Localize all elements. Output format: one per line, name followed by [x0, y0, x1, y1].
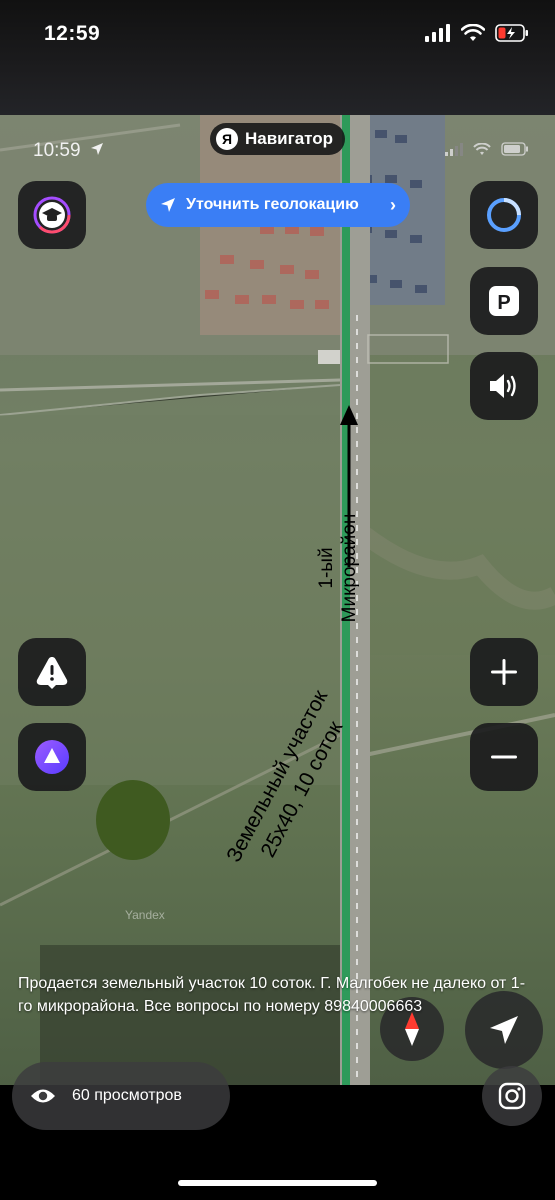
app-name: Навигатор	[245, 129, 334, 148]
alice-button[interactable]	[18, 723, 86, 791]
app-title-pill: Я Навигатор	[210, 123, 346, 155]
signal-icon	[425, 24, 450, 42]
inner-signal-icon	[445, 142, 463, 156]
views-count: 60 просмотров	[72, 1087, 182, 1104]
academy-icon	[33, 196, 71, 234]
arrow-label: 1-ый Микрорайон	[315, 478, 361, 658]
map-watermark: Yandex	[125, 908, 165, 922]
arrow-label-line2: Микрорайон	[339, 513, 360, 623]
inner-status-icons	[445, 142, 529, 156]
story-caption: Продается земельный участок 10 соток. Г.…	[18, 975, 526, 1015]
navigate-icon	[490, 1016, 518, 1044]
phone-status-bar: 12:59	[0, 0, 555, 115]
academy-button[interactable]	[18, 181, 86, 249]
home-indicator[interactable]	[178, 1180, 377, 1186]
inner-battery-icon	[501, 142, 528, 156]
yandex-logo-icon: Я	[216, 128, 238, 150]
warning-icon	[36, 657, 68, 689]
satellite-map[interactable]: 1-ый Микрорайон Земельный участок 25x40,…	[0, 115, 555, 1085]
zoom-in-button[interactable]	[470, 638, 538, 706]
inner-wifi-icon	[473, 142, 491, 155]
inner-status-time: 10:59	[33, 140, 104, 162]
status-time: 12:59	[44, 22, 101, 45]
alice-icon	[35, 740, 69, 774]
status-icons	[425, 24, 529, 42]
views-counter[interactable]: 60 просмотров	[12, 1062, 230, 1130]
refine-geolocation-button[interactable]: Уточнить геолокацию ›	[146, 183, 410, 227]
road-event-button[interactable]	[18, 638, 86, 706]
alice-ring-icon	[487, 198, 521, 232]
arrow-label-line1: 1-ый	[316, 547, 337, 589]
alice-voice-button[interactable]	[470, 181, 538, 249]
battery-charging-icon	[495, 24, 528, 42]
chevron-right-icon: ›	[390, 194, 396, 215]
parking-button[interactable]: P	[470, 267, 538, 335]
location-arrow-icon	[161, 198, 175, 212]
sound-icon	[490, 374, 516, 398]
zoom-out-button[interactable]	[470, 723, 538, 791]
instagram-icon	[498, 1082, 526, 1110]
refine-geolocation-label: Уточнить геолокацию	[186, 196, 359, 213]
zoom-out-icon	[491, 755, 517, 759]
eye-icon	[31, 1089, 55, 1103]
parking-icon: P	[489, 286, 519, 316]
wifi-icon	[461, 24, 485, 41]
map-imagery	[0, 115, 555, 1085]
svg-text:P: P	[497, 292, 510, 314]
sound-button[interactable]	[470, 352, 538, 420]
instagram-button[interactable]	[482, 1066, 542, 1126]
zoom-in-icon	[491, 659, 517, 685]
location-arrow-icon	[90, 143, 103, 155]
